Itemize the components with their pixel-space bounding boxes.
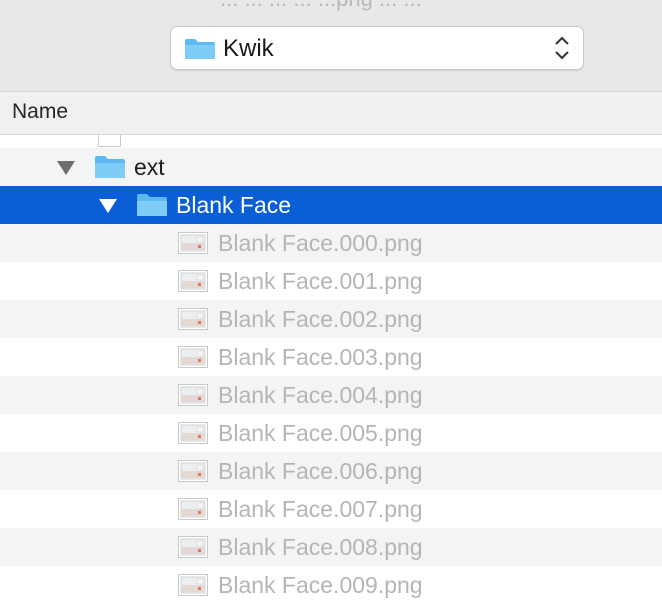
- row-name: Blank Face.008.png: [218, 534, 423, 560]
- row-name: Blank Face: [176, 192, 292, 218]
- updown-chevron-icon: [553, 35, 571, 66]
- file-row[interactable]: Blank Face.001.png: [0, 262, 662, 300]
- file-row[interactable]: Blank Face.004.png: [0, 376, 662, 414]
- name-column-header[interactable]: Name: [12, 100, 68, 124]
- file-row[interactable]: Blank Face.005.png: [0, 414, 662, 452]
- folder-icon: [184, 38, 216, 65]
- image-file-icon: [178, 460, 208, 487]
- window-title-fragment: ... ... ... ... ...png ... ...: [220, 0, 422, 12]
- image-file-icon: [178, 346, 208, 373]
- row-name: Blank Face.001.png: [218, 268, 423, 294]
- row-name: Blank Face.000.png: [218, 230, 423, 256]
- row-name: ext: [134, 154, 165, 180]
- disclosure-triangle-icon[interactable]: [98, 198, 118, 219]
- file-row[interactable]: Blank Face.007.png: [0, 490, 662, 528]
- file-row[interactable]: Blank Face.003.png: [0, 338, 662, 376]
- row-name: Blank Face.002.png: [218, 306, 423, 332]
- folder-row[interactable]: ext: [0, 148, 662, 186]
- folder-icon: [136, 193, 168, 222]
- image-file-icon: [178, 536, 208, 563]
- folder-icon: [94, 155, 126, 184]
- image-file-icon: [178, 270, 208, 297]
- image-file-icon: [178, 232, 208, 259]
- file-row[interactable]: Blank Face.008.png: [0, 528, 662, 566]
- row-name: Blank Face.005.png: [218, 420, 423, 446]
- row-name: Blank Face.004.png: [218, 382, 423, 408]
- column-header[interactable]: Name: [0, 92, 662, 135]
- row-name: Blank Face.007.png: [218, 496, 423, 522]
- folder-row[interactable]: Blank Face: [0, 186, 662, 224]
- image-file-icon: [178, 498, 208, 525]
- location-popup-label: Kwik: [223, 35, 274, 62]
- file-row[interactable]: Blank Face.000.png: [0, 224, 662, 262]
- image-file-icon: [178, 384, 208, 411]
- image-file-icon: [178, 308, 208, 335]
- file-row[interactable]: Blank Face.006.png: [0, 452, 662, 490]
- row-name: Blank Face.009.png: [218, 572, 423, 598]
- toolbar: ... ... ... ... ...png ... ... Kwik: [0, 0, 662, 92]
- location-popup-button[interactable]: Kwik: [170, 26, 584, 70]
- row-name: Blank Face.003.png: [218, 344, 423, 370]
- disclosure-triangle-icon[interactable]: [56, 160, 76, 181]
- image-file-icon: [178, 422, 208, 449]
- file-row[interactable]: Blank Face.002.png: [0, 300, 662, 338]
- file-row[interactable]: Blank Face.009.png: [0, 566, 662, 604]
- clipped-row: [0, 135, 662, 148]
- row-name: Blank Face.006.png: [218, 458, 423, 484]
